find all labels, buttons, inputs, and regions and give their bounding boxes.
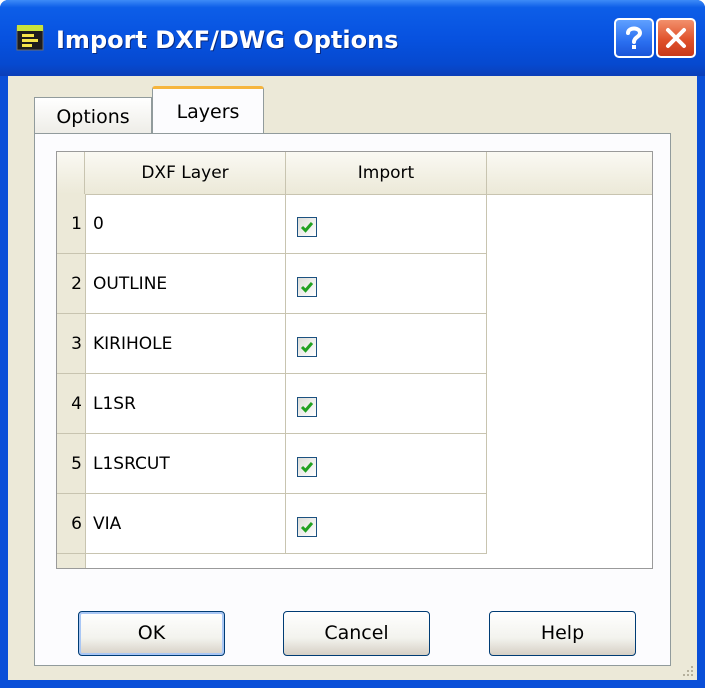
table-row: 6 VIA	[57, 494, 487, 554]
layer-name-cell[interactable]: KIRIHOLE	[85, 314, 286, 374]
cancel-button[interactable]: Cancel	[283, 611, 430, 656]
help-title-button[interactable]	[614, 18, 654, 58]
help-button[interactable]: Help	[489, 611, 636, 656]
layers-grid: DXF Layer Import 1 0 2 OUTLINE 3 KIRIHOL…	[56, 151, 653, 569]
row-number: 3	[57, 314, 85, 374]
layer-name-cell[interactable]: L1SR	[85, 374, 286, 434]
row-number: 5	[57, 434, 85, 494]
table-row: 5 L1SRCUT	[57, 434, 487, 494]
import-checkbox[interactable]	[297, 397, 317, 417]
layer-name-cell[interactable]: L1SRCUT	[85, 434, 286, 494]
table-row: 3 KIRIHOLE	[57, 314, 487, 374]
import-cell	[286, 254, 487, 314]
close-title-button[interactable]	[656, 18, 696, 58]
checkmark-icon	[300, 282, 314, 293]
app-icon	[16, 24, 44, 52]
dialog-client-area: Options Layers DXF Layer Import 1 0 2 OU…	[8, 76, 697, 680]
import-checkbox[interactable]	[297, 517, 317, 537]
column-header-import[interactable]: Import	[286, 152, 487, 194]
resize-grip-icon[interactable]	[679, 662, 695, 678]
row-header-corner	[57, 152, 85, 194]
dialog-window: Import DXF/DWG Options Options Layers DX…	[0, 0, 705, 688]
import-cell	[286, 194, 487, 254]
checkmark-icon	[300, 462, 314, 473]
import-checkbox[interactable]	[297, 217, 317, 237]
checkmark-icon	[300, 402, 314, 413]
table-row: 2 OUTLINE	[57, 254, 487, 314]
checkmark-icon	[300, 342, 314, 353]
ok-button[interactable]: OK	[78, 611, 225, 656]
import-cell	[286, 314, 487, 374]
import-checkbox[interactable]	[297, 337, 317, 357]
row-number: 6	[57, 494, 85, 554]
tab-layers[interactable]: Layers	[152, 86, 264, 138]
question-mark-icon	[626, 26, 643, 49]
layer-name-cell[interactable]: 0	[85, 194, 286, 254]
row-number: 1	[57, 194, 85, 254]
checkmark-icon	[300, 222, 314, 233]
window-title: Import DXF/DWG Options	[56, 26, 399, 54]
import-cell	[286, 494, 487, 554]
column-header-dxf-layer[interactable]: DXF Layer	[85, 152, 286, 194]
checkmark-icon	[300, 522, 314, 533]
row-number: 2	[57, 254, 85, 314]
table-row: 4 L1SR	[57, 374, 487, 434]
close-x-icon	[666, 28, 686, 48]
layer-name-cell[interactable]: VIA	[85, 494, 286, 554]
grid-header: DXF Layer Import	[57, 152, 652, 195]
import-checkbox[interactable]	[297, 457, 317, 477]
import-checkbox[interactable]	[297, 277, 317, 297]
layers-tab-panel: DXF Layer Import 1 0 2 OUTLINE 3 KIRIHOL…	[34, 133, 671, 666]
layer-name-cell[interactable]: OUTLINE	[85, 254, 286, 314]
import-cell	[286, 374, 487, 434]
row-number: 4	[57, 374, 85, 434]
table-row: 1 0	[57, 194, 487, 254]
title-bar[interactable]: Import DXF/DWG Options	[0, 0, 705, 76]
import-cell	[286, 434, 487, 494]
tab-options[interactable]: Options	[34, 97, 152, 137]
